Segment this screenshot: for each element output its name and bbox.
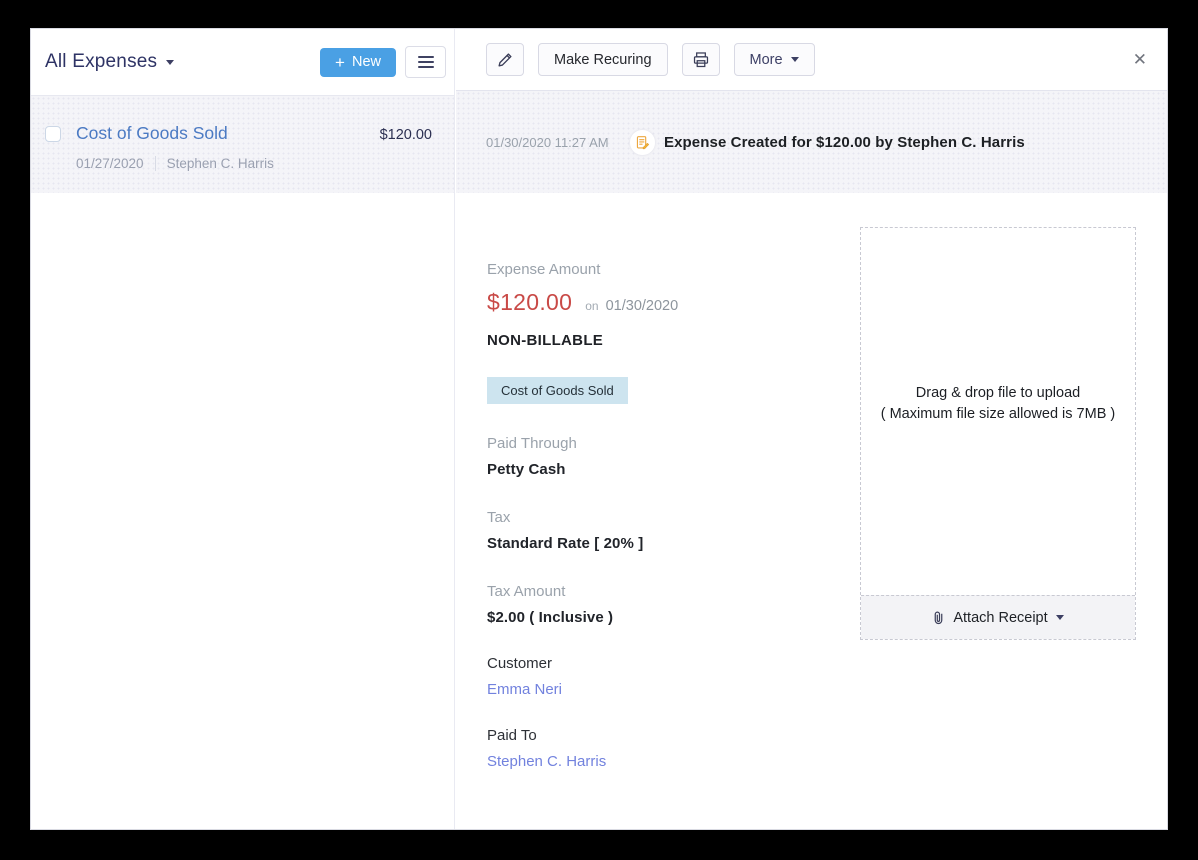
pencil-icon (496, 51, 514, 69)
print-button[interactable] (682, 43, 720, 76)
expense-date-value: 01/30/2020 (606, 298, 679, 314)
expense-list-panel: All Expenses + New Cost of Goods Sold $1… (31, 29, 455, 829)
expense-row-date: 01/27/2020 (76, 156, 144, 171)
tax-amount-label: Tax Amount (487, 583, 857, 600)
row-checkbox[interactable] (45, 126, 61, 142)
chevron-down-icon (1056, 615, 1064, 620)
history-entry-text: Expense Created for $120.00 by Stephen C… (664, 134, 1025, 151)
receipt-dropzone[interactable]: Drag & drop file to upload ( Maximum fil… (860, 227, 1136, 640)
attach-receipt-button[interactable]: Attach Receipt (861, 595, 1135, 639)
tax-value: Standard Rate [ 20% ] (487, 535, 857, 552)
paid-to-link[interactable]: Stephen C. Harris (487, 753, 857, 770)
expense-detail-panel: Make Recuring More ✕ 01/30/2020 11:27 AM… (456, 29, 1167, 829)
tax-label: Tax (487, 509, 857, 526)
paperclip-icon (932, 610, 945, 625)
chevron-down-icon (791, 57, 799, 62)
on-word: on (585, 299, 598, 313)
plus-icon: + (335, 54, 345, 71)
expense-amount-label: Expense Amount (487, 261, 857, 278)
list-menu-button[interactable] (405, 46, 446, 78)
list-header-actions: + New (320, 46, 446, 78)
list-item-body: Cost of Goods Sold $120.00 01/27/2020 St… (76, 123, 432, 193)
expense-row-payee: Stephen C. Harris (167, 156, 274, 171)
chevron-down-icon (166, 60, 174, 65)
billable-status: NON-BILLABLE (487, 332, 857, 349)
expense-list-item[interactable]: Cost of Goods Sold $120.00 01/27/2020 St… (31, 96, 454, 193)
new-button-label: New (352, 54, 381, 70)
paid-through-value: Petty Cash (487, 461, 857, 478)
printer-icon (692, 51, 710, 69)
dropzone-hint-line1: Drag & drop file to upload (861, 383, 1135, 404)
expense-fields: Expense Amount $120.00 on 01/30/2020 NON… (487, 227, 857, 770)
app-window: All Expenses + New Cost of Goods Sold $1… (30, 28, 1168, 830)
expense-amount-value: $120.00 (487, 289, 572, 316)
list-title-dropdown[interactable]: All Expenses (45, 51, 174, 73)
more-button[interactable]: More (734, 43, 815, 76)
expense-row-amount: $120.00 (380, 127, 432, 143)
attach-receipt-label: Attach Receipt (953, 610, 1047, 626)
page-title: All Expenses (45, 51, 157, 73)
dropzone-hint: Drag & drop file to upload ( Maximum fil… (861, 383, 1135, 425)
make-recurring-button[interactable]: Make Recuring (538, 43, 668, 76)
new-expense-button[interactable]: + New (320, 48, 396, 77)
dropzone-hint-line2: ( Maximum file size allowed is 7MB ) (861, 404, 1135, 425)
expense-title-link[interactable]: Cost of Goods Sold (76, 123, 228, 144)
list-header: All Expenses + New (31, 29, 454, 96)
customer-link[interactable]: Emma Neri (487, 681, 857, 698)
hamburger-icon (418, 56, 434, 69)
edit-button[interactable] (486, 43, 524, 76)
sub-divider (155, 156, 156, 171)
history-section: 01/30/2020 11:27 AM Expense Created for … (456, 91, 1167, 193)
history-timestamp: 01/30/2020 11:27 AM (486, 135, 629, 150)
paid-through-label: Paid Through (487, 435, 857, 452)
detail-toolbar: Make Recuring More ✕ (456, 29, 1167, 91)
make-recurring-label: Make Recuring (554, 52, 652, 68)
tax-amount-value: $2.00 ( Inclusive ) (487, 609, 857, 626)
close-icon[interactable]: ✕ (1133, 51, 1147, 68)
note-icon (629, 129, 656, 156)
more-label: More (750, 52, 783, 68)
paid-to-label: Paid To (487, 727, 857, 744)
category-tag: Cost of Goods Sold (487, 377, 628, 404)
customer-label: Customer (487, 655, 857, 672)
